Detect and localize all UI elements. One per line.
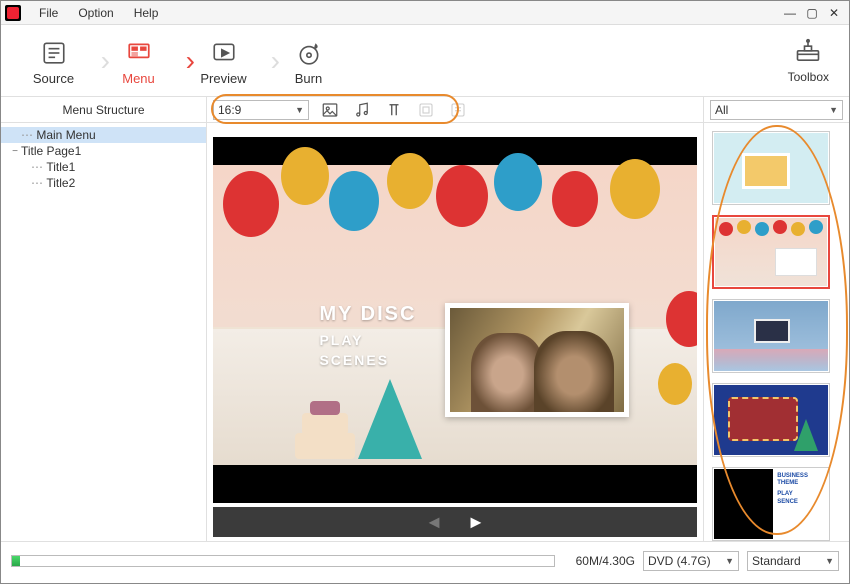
menu-text-block[interactable]: MY DISC PLAY SCENES <box>319 303 416 368</box>
next-page-button[interactable]: ► <box>467 512 485 533</box>
app-logo <box>5 5 21 21</box>
close-button[interactable]: ✕ <box>823 4 845 22</box>
template-thumb-2[interactable] <box>712 215 830 289</box>
toolbox-button[interactable]: Toolbox <box>788 38 839 84</box>
chevron-down-icon: ▼ <box>295 105 304 115</box>
aspect-ratio-value: 16:9 <box>218 103 241 117</box>
step-burn[interactable]: Burn <box>266 33 351 88</box>
cake-decoration <box>295 389 355 459</box>
preview-panel: MY DISC PLAY SCENES ◄ ► <box>207 123 703 541</box>
disc-type-select[interactable]: DVD (4.7G) ▼ <box>643 551 739 571</box>
step-preview-label: Preview <box>200 71 246 86</box>
template-thumb-5[interactable]: BUSINESS THEME PLAY SENCE <box>712 467 830 541</box>
minimize-button[interactable]: — <box>779 4 801 22</box>
titlebar: File Option Help — ▢ ✕ <box>1 1 849 25</box>
party-hat-decoration <box>358 379 422 459</box>
step-preview[interactable]: Preview › <box>181 33 266 88</box>
tree-item-main-menu[interactable]: ⋯ Main Menu <box>1 127 206 143</box>
menu-title-text: MY DISC <box>319 303 416 326</box>
step-burn-label: Burn <box>295 71 322 86</box>
burn-icon <box>295 39 323 67</box>
prev-page-button: ◄ <box>425 512 443 533</box>
menu-play-text: PLAY <box>319 332 416 348</box>
menu-preview[interactable]: MY DISC PLAY SCENES <box>213 137 697 503</box>
template-category-select[interactable]: All ▼ <box>710 100 843 120</box>
template-thumb-4[interactable] <box>712 383 830 457</box>
menu-structure-label: Menu Structure <box>1 97 207 122</box>
add-chapter-button <box>415 100 437 120</box>
step-source-label: Source <box>33 71 74 86</box>
add-image-button[interactable] <box>319 100 341 120</box>
maximize-button[interactable]: ▢ <box>801 4 823 22</box>
step-source[interactable]: Source › <box>11 33 96 88</box>
template-thumb-1[interactable] <box>712 131 830 205</box>
status-bar: 60M/4.30G DVD (4.7G) ▼ Standard ▼ <box>1 541 849 579</box>
template-category-value: All <box>715 103 728 117</box>
add-text-button[interactable] <box>383 100 405 120</box>
menu-scenes-text: SCENES <box>319 352 416 368</box>
quality-value: Standard <box>752 554 801 568</box>
menu-structure-tree: ⋯ Main Menu −Title Page1 ⋯ Title1 ⋯ Titl… <box>1 123 207 541</box>
disc-type-value: DVD (4.7G) <box>648 554 711 568</box>
source-icon <box>40 39 68 67</box>
menu-option[interactable]: Option <box>68 6 123 20</box>
main-area: ⋯ Main Menu −Title Page1 ⋯ Title1 ⋯ Titl… <box>1 123 849 541</box>
step-bar: Source › Menu › Preview › Burn Toolbox <box>1 25 849 97</box>
chevron-down-icon: ▼ <box>829 105 838 115</box>
toolbox-icon <box>794 38 822 66</box>
chevron-down-icon: ▼ <box>825 556 834 566</box>
preview-icon <box>210 39 238 67</box>
tree-item-title1[interactable]: ⋯ Title1 <box>1 159 206 175</box>
menu-toolbar: Menu Structure 16:9 ▼ All ▼ <box>1 97 849 123</box>
add-button-button <box>447 100 469 120</box>
aspect-ratio-select[interactable]: 16:9 ▼ <box>213 100 309 120</box>
quality-select[interactable]: Standard ▼ <box>747 551 839 571</box>
add-music-button[interactable] <box>351 100 373 120</box>
toolbox-label: Toolbox <box>788 70 829 84</box>
tree-item-title2[interactable]: ⋯ Title2 <box>1 175 206 191</box>
preview-nav-bar: ◄ ► <box>213 507 697 537</box>
step-menu[interactable]: Menu › <box>96 33 181 88</box>
disc-usage-bar <box>11 555 555 567</box>
template-panel: BUSINESS THEME PLAY SENCE <box>703 123 849 541</box>
disc-usage-text: 60M/4.30G <box>563 554 635 568</box>
menu-help[interactable]: Help <box>124 6 169 20</box>
template-thumb-3[interactable] <box>712 299 830 373</box>
menu-thumbnail-frame[interactable] <box>445 303 629 417</box>
menu-file[interactable]: File <box>29 6 68 20</box>
step-menu-label: Menu <box>122 71 155 86</box>
tree-item-title-page1[interactable]: −Title Page1 <box>1 143 206 159</box>
chevron-down-icon: ▼ <box>725 556 734 566</box>
menu-icon <box>125 39 153 67</box>
